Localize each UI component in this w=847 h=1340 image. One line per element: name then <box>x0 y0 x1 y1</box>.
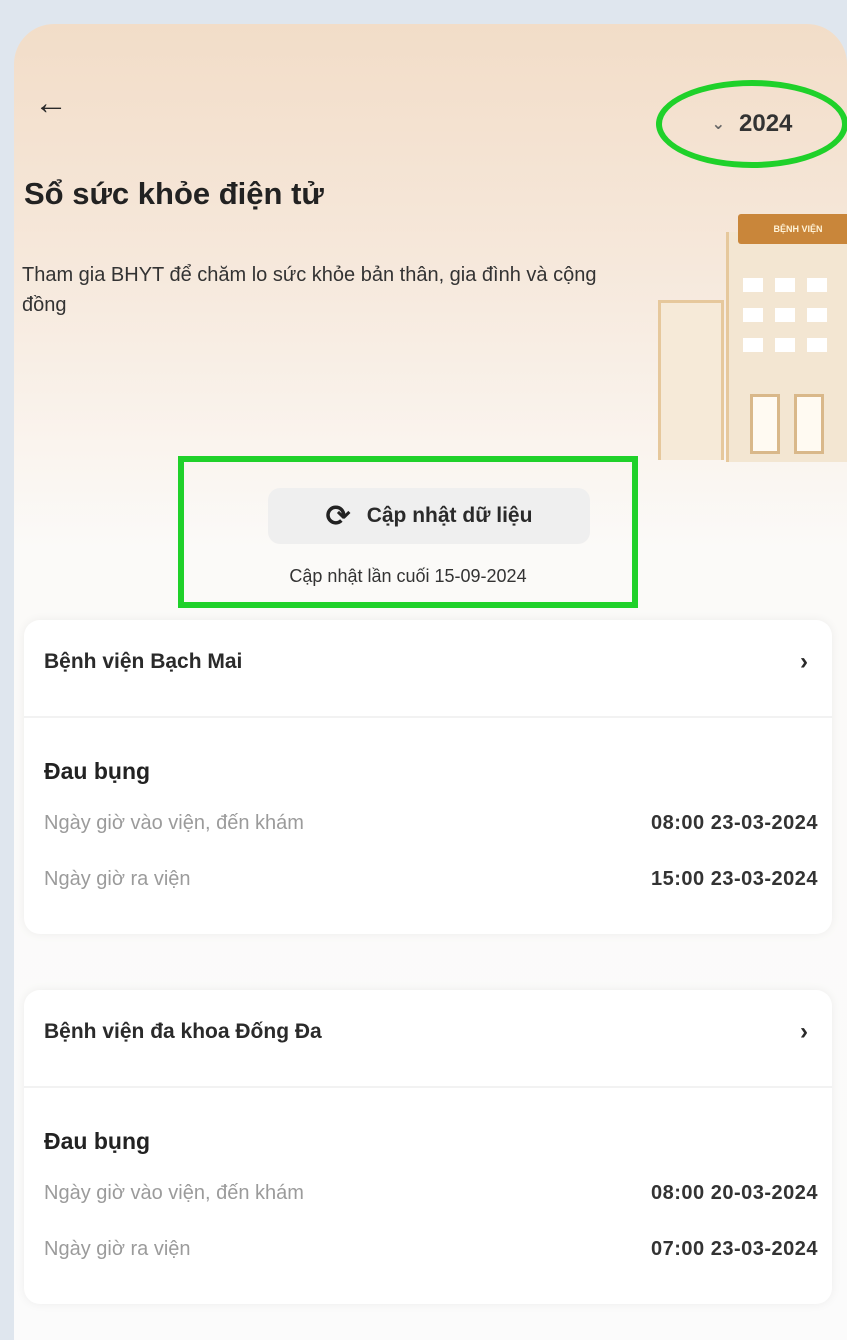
year-dropdown[interactable]: ⌄ 2024 <box>656 80 847 168</box>
year-value: 2024 <box>739 110 793 137</box>
window <box>775 308 795 322</box>
back-arrow-icon[interactable]: ← <box>34 86 68 120</box>
building-main <box>726 232 847 462</box>
discharge-row: Ngày giờ ra viện 07:00 23-03-2024 <box>44 1238 818 1261</box>
admit-row: Ngày giờ vào viện, đến khám 08:00 23-03-… <box>44 812 818 835</box>
admit-row: Ngày giờ vào viện, đến khám 08:00 20-03-… <box>44 1182 818 1205</box>
last-updated-text: Cập nhật lần cuối 15-09-2024 <box>289 566 527 586</box>
diagnosis: Đau bụng <box>44 758 151 784</box>
screen: ← ⌄ 2024 Sổ sức khỏe điện tử Tham gia BH… <box>14 24 847 1340</box>
discharge-row: Ngày giờ ra viện 15:00 23-03-2024 <box>44 868 818 891</box>
divider <box>24 1086 832 1088</box>
discharge-value: 07:00 23-03-2024 <box>650 1238 818 1260</box>
refresh-icon: ⟳ <box>325 499 351 533</box>
hospital-sign: BỆNH VIỆN <box>738 214 847 244</box>
window <box>743 308 763 322</box>
chevron-right-icon[interactable]: › <box>800 1018 808 1046</box>
divider <box>24 716 832 718</box>
page-title: Sổ sức khỏe điện tử <box>24 176 324 211</box>
chevron-down-icon: ⌄ <box>711 116 725 133</box>
chevron-right-icon[interactable]: › <box>800 648 808 676</box>
sync-section: ⟳ Cập nhật dữ liệu Cập nhật lần cuối 15-… <box>178 456 638 608</box>
hospital-illustration: BỆNH VIỆN <box>644 204 847 462</box>
window <box>775 338 795 352</box>
hospital-name: Bệnh viện Bạch Mai <box>44 650 243 673</box>
discharge-value: 15:00 23-03-2024 <box>650 868 818 890</box>
page-description: Tham gia BHYT để chăm lo sức khỏe bản th… <box>22 264 597 316</box>
diagnosis: Đau bụng <box>44 1128 151 1154</box>
door <box>750 394 780 454</box>
door <box>794 394 824 454</box>
visit-card[interactable]: Bệnh viện đa khoa Đống Đa › Đau bụng Ngà… <box>24 990 832 1304</box>
discharge-label: Ngày giờ ra viện <box>44 1238 191 1260</box>
update-data-button[interactable]: ⟳ Cập nhật dữ liệu <box>268 488 590 544</box>
admit-value: 08:00 20-03-2024 <box>650 1182 818 1204</box>
window <box>743 338 763 352</box>
window <box>807 338 827 352</box>
update-data-label: Cập nhật dữ liệu <box>366 504 533 527</box>
window <box>775 278 795 292</box>
discharge-label: Ngày giờ ra viện <box>44 868 191 890</box>
window <box>807 278 827 292</box>
admit-label: Ngày giờ vào viện, đến khám <box>44 1182 304 1204</box>
admit-label: Ngày giờ vào viện, đến khám <box>44 812 304 834</box>
window <box>807 308 827 322</box>
building-side <box>658 300 724 460</box>
hospital-name: Bệnh viện đa khoa Đống Đa <box>44 1020 322 1043</box>
visit-card[interactable]: Bệnh viện Bạch Mai › Đau bụng Ngày giờ v… <box>24 620 832 934</box>
admit-value: 08:00 23-03-2024 <box>650 812 818 834</box>
window <box>743 278 763 292</box>
